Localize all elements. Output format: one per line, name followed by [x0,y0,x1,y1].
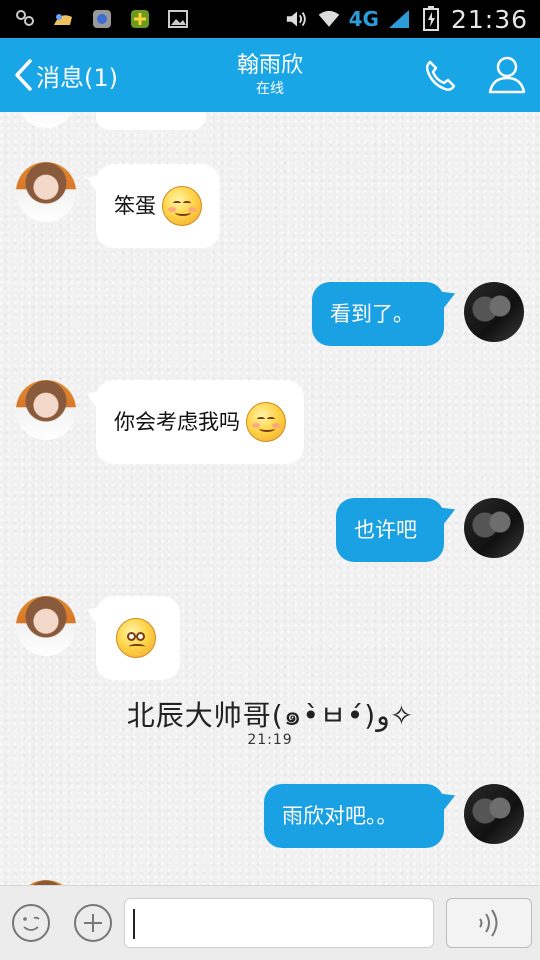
contact-avatar[interactable] [16,112,76,128]
gallery-icon [166,8,190,30]
status-bar: 4G 21:36 [0,0,540,38]
message-bubble-incoming[interactable]: 你会考虑我吗 [96,380,304,464]
my-avatar[interactable] [464,784,524,844]
smile-emoji-icon [162,186,202,226]
my-avatar[interactable] [464,498,524,558]
emoji-face-icon[interactable] [12,904,50,942]
message-bubble-incoming[interactable] [96,596,180,680]
text-cursor [133,909,135,939]
voice-icon [479,909,498,937]
app-icon-1 [14,8,38,30]
profile-icon[interactable] [486,54,528,96]
message-text: 你会考虑我吗 [114,410,240,434]
worried-emoji-icon [116,618,156,658]
smile-emoji-icon [246,402,286,442]
status-clock: 21:36 [450,4,528,34]
volume-icon [285,8,309,30]
app-icon-2 [52,8,76,30]
app-icon-4 [128,8,152,30]
input-bar [0,885,540,960]
contact-avatar[interactable] [16,162,76,222]
chat-area[interactable]: 笨蛋 看到了。 你会考虑我吗 也许吧 北辰大帅哥(๑•̀ㅂ•́)و✧ 21:19… [0,112,540,885]
voice-button[interactable] [446,898,532,948]
message-bubble-incoming[interactable]: 笨蛋 [96,164,220,248]
signal-icon [387,8,411,30]
message-bubble-outgoing[interactable]: 雨欣对吧。。 [264,784,444,848]
contact-avatar[interactable] [16,380,76,440]
app-icon-3 [90,8,114,30]
partial-bubble [96,112,206,130]
chat-header: 消息(1) 翰雨欣 在线 [0,38,540,112]
my-avatar[interactable] [464,282,524,342]
phone-icon[interactable] [420,56,460,96]
message-text: 也许吧 [354,518,417,542]
message-text: 看到了。 [330,302,414,326]
battery-icon [419,6,443,31]
network-type: 4G [348,7,379,31]
message-bubble-outgoing[interactable]: 也许吧 [336,498,444,562]
wifi-icon [317,8,341,30]
contact-avatar[interactable] [16,596,76,656]
plus-icon[interactable] [74,904,112,942]
message-bubble-outgoing[interactable]: 看到了。 [312,282,444,346]
message-text: 笨蛋 [114,194,156,218]
message-timestamp: 21:19 [247,732,293,748]
message-text: 雨欣对吧。。 [282,804,398,828]
message-input[interactable] [124,898,434,948]
